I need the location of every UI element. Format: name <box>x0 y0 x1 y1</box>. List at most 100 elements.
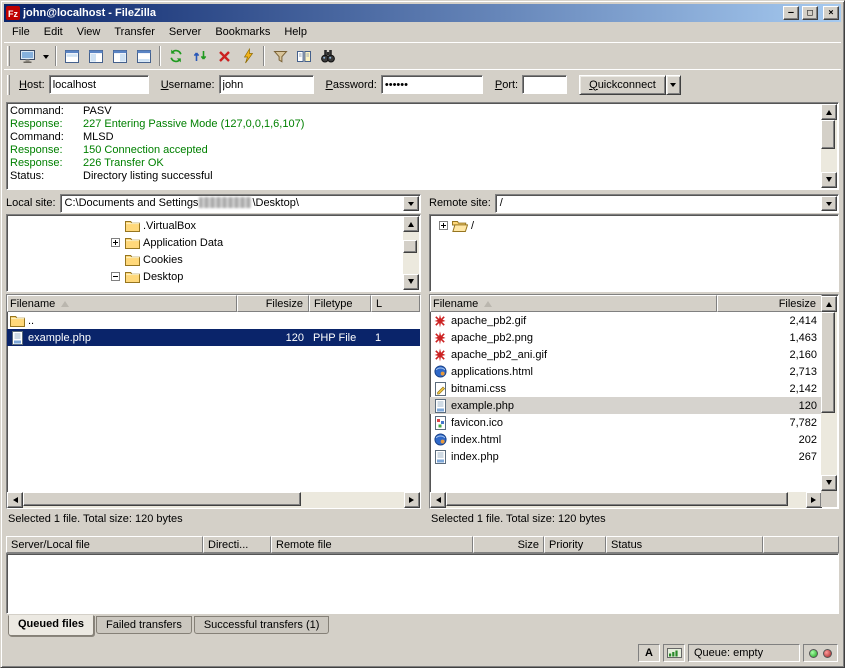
filename-filters-button[interactable] <box>268 44 292 68</box>
queue-column-status[interactable]: Status <box>606 536 763 553</box>
minimize-button[interactable]: – <box>783 6 799 20</box>
queue-column-priority[interactable]: Priority <box>544 536 606 553</box>
scrollbar-track[interactable] <box>446 492 806 508</box>
site-manager-button[interactable] <box>15 44 39 68</box>
menu-view[interactable]: View <box>70 23 108 41</box>
scroll-right-button[interactable] <box>806 492 822 508</box>
menu-help[interactable]: Help <box>277 23 314 41</box>
find-files-button[interactable] <box>316 44 340 68</box>
file-row[interactable]: index.html202 <box>430 431 822 448</box>
file-row[interactable]: applications.html2,713 <box>430 363 822 380</box>
remote-vertical-scrollbar[interactable] <box>821 296 837 491</box>
queue-column-server-local-file[interactable]: Server/Local file <box>6 536 203 553</box>
tree-item[interactable]: .VirtualBox <box>8 217 403 234</box>
file-row[interactable]: apache_pb2.gif2,414 <box>430 312 822 329</box>
queue-splitter[interactable] <box>4 529 841 536</box>
process-queue-button[interactable] <box>188 44 212 68</box>
scroll-left-button[interactable] <box>430 492 446 508</box>
file-row[interactable]: bitnami.css2,142 <box>430 380 822 397</box>
scroll-up-button[interactable] <box>821 104 837 120</box>
toolbar-grip <box>7 46 10 66</box>
scrollbar-thumb[interactable] <box>821 120 835 149</box>
scroll-down-button[interactable] <box>821 475 837 491</box>
column-header-filename[interactable]: Filename <box>430 295 717 312</box>
local-tree-scrollbar[interactable] <box>403 216 419 290</box>
username-input[interactable] <box>219 75 314 94</box>
queue-column-remote-file[interactable]: Remote file <box>271 536 473 553</box>
quickconnect-dropdown-button[interactable] <box>666 75 681 95</box>
file-size: 1,463 <box>717 329 822 346</box>
host-input[interactable] <box>49 75 149 94</box>
tab-failed-transfers[interactable]: Failed transfers <box>96 616 192 634</box>
disconnect-button[interactable] <box>236 44 260 68</box>
toggle-remote-tree-button[interactable] <box>108 44 132 68</box>
quickconnect-button[interactable]: Quickconnect <box>579 75 666 95</box>
remote-horizontal-scrollbar[interactable] <box>430 492 822 508</box>
tab-queued-files[interactable]: Queued files <box>8 615 94 636</box>
file-row[interactable]: example.php120PHP File1 <box>7 329 420 346</box>
refresh-button[interactable] <box>164 44 188 68</box>
tree-item[interactable]: Application Data <box>8 234 403 251</box>
titlebar[interactable]: Fz john@localhost - FileZilla – □ × <box>4 4 841 22</box>
file-row[interactable]: .. <box>7 312 420 329</box>
remote-site-combo[interactable]: / <box>495 194 839 213</box>
menu-file[interactable]: File <box>5 23 37 41</box>
column-header-filesize[interactable]: Filesize <box>717 295 822 312</box>
remote-site-dropdown-button[interactable] <box>821 196 837 211</box>
local-horizontal-scrollbar[interactable] <box>7 492 420 508</box>
scrollbar-thumb[interactable] <box>446 492 788 506</box>
local-site-combo[interactable]: C:\Documents and Settings\Desktop\ <box>60 194 421 213</box>
maximize-button[interactable]: □ <box>802 6 818 20</box>
tree-expander-plus-icon[interactable] <box>111 238 120 247</box>
scrollbar-thumb[interactable] <box>403 240 417 253</box>
cancel-operation-button[interactable] <box>212 44 236 68</box>
queue-body[interactable] <box>6 553 839 614</box>
column-header-l[interactable]: L <box>371 295 420 312</box>
file-row[interactable]: apache_pb2.png1,463 <box>430 329 822 346</box>
file-row[interactable]: favicon.ico7,782 <box>430 414 822 431</box>
scroll-left-button[interactable] <box>7 492 23 508</box>
scroll-up-button[interactable] <box>403 216 419 232</box>
menu-transfer[interactable]: Transfer <box>107 23 162 41</box>
scrollbar-track[interactable] <box>821 312 837 475</box>
local-site-dropdown-button[interactable] <box>403 196 419 211</box>
queue-column-size[interactable]: Size <box>473 536 544 553</box>
toggle-message-log-button[interactable] <box>60 44 84 68</box>
column-header-filename[interactable]: Filename <box>7 295 237 312</box>
directory-comparison-button[interactable] <box>292 44 316 68</box>
scroll-right-button[interactable] <box>404 492 420 508</box>
scrollbar-track[interactable] <box>403 232 419 274</box>
file-row[interactable]: apache_pb2_ani.gif2,160 <box>430 346 822 363</box>
tree-item[interactable]: / <box>431 217 837 234</box>
site-manager-dropdown-button[interactable] <box>39 44 52 68</box>
tree-item[interactable]: Desktop <box>8 268 403 285</box>
scrollbar-track[interactable] <box>821 120 837 172</box>
column-header-filetype[interactable]: Filetype <box>309 295 371 312</box>
tree-item[interactable]: Cookies <box>8 251 403 268</box>
queue-column-directi[interactable]: Directi... <box>203 536 271 553</box>
close-button[interactable]: × <box>823 6 839 20</box>
scrollbar-thumb[interactable] <box>821 312 835 413</box>
file-row[interactable]: example.php120 <box>430 397 822 414</box>
local-tree[interactable]: .VirtualBoxApplication DataCookiesDeskto… <box>6 214 421 292</box>
scroll-down-button[interactable] <box>403 274 419 290</box>
log-scrollbar[interactable] <box>821 104 837 188</box>
port-input[interactable] <box>522 75 567 94</box>
tree-expander-minus-icon[interactable] <box>111 272 120 281</box>
menu-bookmarks[interactable]: Bookmarks <box>208 23 277 41</box>
menu-server[interactable]: Server <box>162 23 208 41</box>
scroll-up-button[interactable] <box>821 296 837 312</box>
toggle-transfer-queue-button[interactable] <box>132 44 156 68</box>
tree-expander-plus-icon[interactable] <box>439 221 448 230</box>
password-input[interactable] <box>381 75 483 94</box>
file-row[interactable]: index.php267 <box>430 448 822 465</box>
remote-tree[interactable]: / <box>429 214 839 292</box>
column-header-filesize[interactable]: Filesize <box>237 295 309 312</box>
scrollbar-track[interactable] <box>23 492 404 508</box>
scroll-down-button[interactable] <box>821 172 837 188</box>
menu-edit[interactable]: Edit <box>37 23 70 41</box>
message-log[interactable]: Command:PASVResponse:227 Entering Passiv… <box>6 102 839 190</box>
tab-successful-transfers-1[interactable]: Successful transfers (1) <box>194 616 330 634</box>
toggle-local-tree-button[interactable] <box>84 44 108 68</box>
scrollbar-thumb[interactable] <box>23 492 301 506</box>
